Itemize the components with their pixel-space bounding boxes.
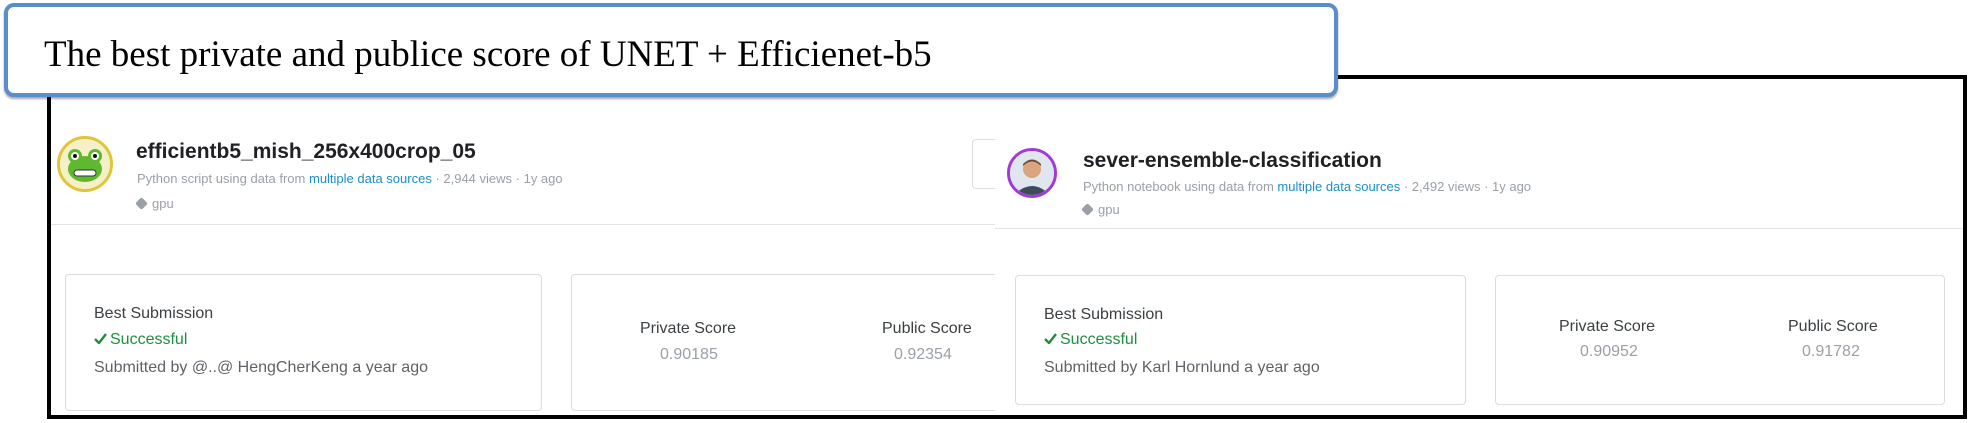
left-kernel-panel: efficientb5_mish_256x400crop_05 Python s… — [51, 79, 995, 415]
status-label: Successful — [1060, 331, 1138, 348]
data-sources-link[interactable]: multiple data sources — [1277, 179, 1400, 194]
best-submission-label: Best Submission — [94, 305, 214, 322]
right-kernel-panel: sever-ensemble-classification Python not… — [995, 79, 1963, 415]
caption-box: The best private and publice score of UN… — [4, 3, 1338, 97]
best-submission-card: Best Submission Successful Submitted by … — [65, 274, 542, 411]
meta-prefix: Python script using data from — [137, 171, 309, 186]
meta-prefix: Python notebook using data from — [1083, 179, 1278, 194]
public-score-label: Public Score — [882, 320, 972, 337]
submitted-by: Submitted by @..@ HengCherKeng a year ag… — [94, 359, 428, 376]
header-divider — [995, 228, 1963, 229]
best-submission-label: Best Submission — [1044, 306, 1164, 323]
best-submission-card: Best Submission Successful Submitted by … — [1015, 275, 1466, 405]
check-icon — [1044, 333, 1057, 345]
private-score-label: Private Score — [1559, 318, 1656, 335]
tag-row[interactable]: gpu — [135, 196, 174, 211]
kernel-title[interactable]: sever-ensemble-classification — [1083, 149, 1382, 173]
data-sources-link[interactable]: multiple data sources — [309, 171, 432, 186]
status-label: Successful — [110, 331, 188, 348]
user-photo-avatar-icon[interactable] — [1007, 148, 1057, 198]
submitted-by: Submitted by Karl Hornlund a year ago — [1044, 359, 1320, 376]
meta-suffix: · 2,944 views · 1y ago — [431, 171, 563, 186]
tag-icon — [1081, 203, 1094, 216]
scores-card: Private Score 0.90952 Public Score 0.917… — [1495, 275, 1945, 405]
tag-icon — [135, 197, 148, 210]
tag-label: gpu — [152, 196, 174, 211]
kernel-meta: Python notebook using data from multiple… — [1083, 179, 1531, 194]
header-button[interactable] — [972, 139, 995, 189]
kernel-meta: Python script using data from multiple d… — [137, 171, 563, 186]
status-successful: Successful — [94, 331, 187, 349]
header-divider — [51, 224, 995, 225]
kernel-title[interactable]: efficientb5_mish_256x400crop_05 — [136, 140, 476, 164]
public-score-value: 0.92354 — [894, 346, 952, 363]
private-score-value: 0.90952 — [1580, 343, 1638, 360]
private-score-value: 0.90185 — [660, 346, 718, 363]
frog-avatar-icon[interactable] — [57, 136, 113, 192]
public-score-label: Public Score — [1788, 318, 1878, 335]
scores-card: Private Score 0.90185 Public Score 0.923… — [571, 274, 995, 411]
caption-text: The best private and publice score of UN… — [44, 34, 932, 75]
status-successful: Successful — [1044, 331, 1137, 349]
tag-row[interactable]: gpu — [1081, 202, 1120, 217]
check-icon — [94, 333, 107, 345]
tag-label: gpu — [1098, 202, 1120, 217]
meta-suffix: · 2,492 views · 1y ago — [1400, 179, 1532, 194]
private-score-label: Private Score — [640, 320, 737, 337]
public-score-value: 0.91782 — [1802, 343, 1860, 360]
